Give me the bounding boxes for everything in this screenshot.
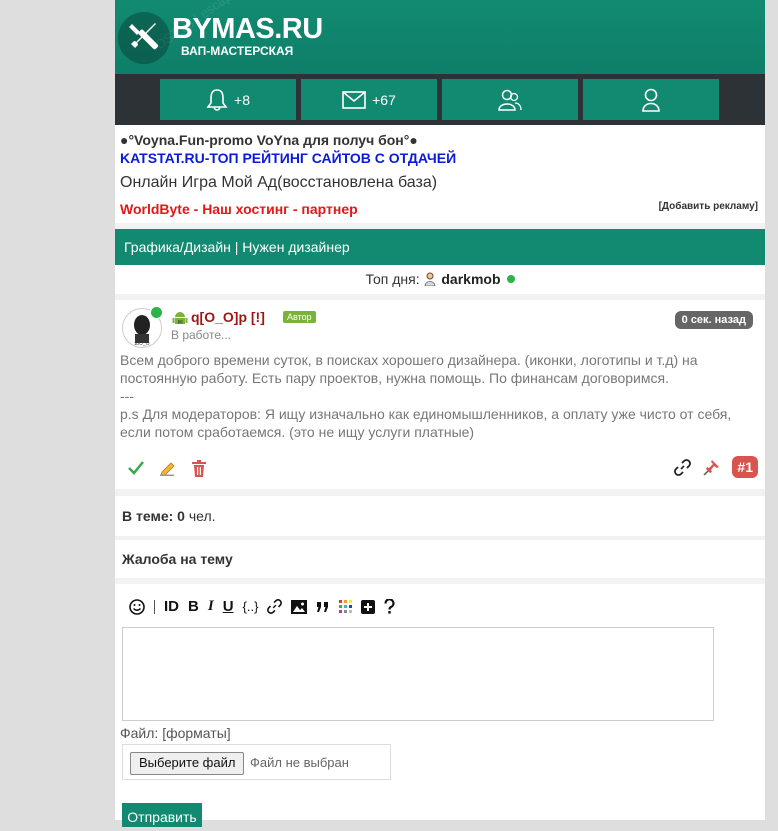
code-button[interactable]: {..} — [243, 599, 259, 614]
reply-editor: ID B I U {..} Файл: [форматы] Выберите ф… — [115, 584, 765, 827]
toolbar-separator — [154, 599, 155, 614]
file-input: Выберите файл Файл не выбран — [122, 744, 391, 780]
user-icon — [642, 88, 660, 112]
underline-button[interactable]: U — [223, 598, 234, 615]
ad-link-worldbyte[interactable]: WorldByte - Наш хостинг - партнер — [120, 201, 358, 217]
user-avatar-icon — [425, 272, 436, 287]
user-status: В работе... — [171, 328, 232, 342]
post-actions-left — [127, 460, 207, 477]
in-theme-count: 0 — [177, 508, 185, 524]
file-none-text: Файл не выбран — [250, 755, 349, 770]
forum-post: ɪɒO_O ✉ q[O_O]p [!] Автор В работе... 0 … — [115, 300, 765, 489]
check-icon[interactable] — [127, 460, 145, 476]
notifications-button[interactable]: +8 — [160, 79, 296, 120]
post-actions-right: #1 — [674, 456, 758, 478]
editor-toolbar: ID B I U {..} — [129, 598, 396, 615]
send-button[interactable]: Отправить — [122, 803, 202, 827]
smile-icon[interactable] — [129, 598, 145, 615]
svg-text:✉: ✉ — [177, 320, 182, 326]
page: OST as \ escapechars BYMAS.RU ВАП-МАСТЕР… — [115, 0, 765, 827]
italic-button[interactable]: I — [208, 598, 214, 615]
image-icon[interactable] — [291, 599, 308, 614]
link-icon[interactable] — [674, 458, 692, 476]
post-line: p.s Для модераторов: Я ищу изначально ка… — [120, 406, 732, 440]
id-tool-button[interactable]: ID — [164, 598, 179, 615]
site-header: OST as \ escapechars BYMAS.RU ВАП-МАСТЕР… — [115, 0, 765, 74]
post-time: 0 сек. назад — [674, 311, 753, 329]
breadcrumb-text[interactable]: Графика/Дизайн | Нужен дизайнер — [115, 239, 350, 255]
help-icon[interactable] — [384, 599, 396, 614]
notifications-count: +8 — [234, 91, 250, 108]
messages-count: +67 — [372, 91, 396, 108]
profile-button[interactable] — [583, 79, 719, 120]
logo-subtitle: ВАП-МАСТЕРСКАЯ — [181, 44, 294, 58]
messages-button[interactable]: +67 — [301, 79, 437, 120]
envelope-icon — [342, 90, 366, 109]
post-line: --- — [120, 388, 134, 404]
post-number-badge[interactable]: #1 — [732, 456, 758, 478]
post-body: Всем доброго времени суток, в поисках хо… — [120, 351, 750, 441]
file-label: Файл: [форматы] — [120, 725, 231, 741]
ad-link-game[interactable]: Онлайн Игра Мой Ад(восстановлена база) — [120, 174, 437, 192]
color-palette-icon[interactable] — [339, 600, 353, 613]
online-indicator — [150, 306, 163, 319]
add-ad-link[interactable]: [Добавить рекламу] — [659, 201, 758, 212]
top-nav: +8 +67 — [115, 74, 765, 125]
edit-icon[interactable] — [159, 460, 177, 476]
tools-logo-icon[interactable] — [118, 12, 170, 64]
logo-title[interactable]: BYMAS.RU — [172, 14, 323, 44]
breadcrumb[interactable]: Графика/Дизайн | Нужен дизайнер — [115, 229, 765, 265]
ad-link-voyna[interactable]: ●°Voyna.Fun-promo VoYna для получ бон°● — [120, 132, 418, 148]
plus-box-icon[interactable] — [361, 599, 376, 614]
ads-block: ●°Voyna.Fun-promo VoYna для получ бон°● … — [115, 125, 765, 223]
in-theme-suffix: чел. — [188, 508, 216, 524]
quote-icon[interactable] — [316, 601, 330, 613]
in-theme-label: В теме: — [122, 508, 174, 524]
post-line: Всем доброго времени суток, в поисках хо… — [120, 352, 698, 386]
top-of-day: Топ дня: darkmob — [115, 265, 765, 294]
pin-icon[interactable] — [703, 459, 720, 476]
complaint-link[interactable]: Жалоба на тему — [115, 540, 765, 578]
users-icon — [498, 89, 522, 111]
bold-button[interactable]: B — [188, 598, 199, 615]
bell-icon — [206, 88, 228, 111]
top-day-user[interactable]: darkmob — [441, 271, 500, 287]
message-textarea[interactable] — [122, 627, 714, 721]
online-dot — [506, 275, 515, 283]
choose-file-button[interactable]: Выберите файл — [130, 752, 245, 775]
top-day-label: Топ дня: — [365, 271, 420, 287]
post-username[interactable]: q[O_O]p [!] — [191, 309, 265, 325]
android-icon: ✉ — [172, 312, 188, 326]
link-icon[interactable] — [267, 599, 283, 614]
ad-link-katstat[interactable]: KATSTAT.RU-ТОП РЕЙТИНГ САЙТОВ С ОТДАЧЕЙ — [120, 150, 456, 166]
trash-icon[interactable] — [191, 460, 207, 477]
svg-text:ɪɒO_O: ɪɒO_O — [134, 341, 149, 347]
in-theme-info: В теме: 0 чел. — [115, 496, 765, 536]
friends-button[interactable] — [442, 79, 578, 120]
author-badge: Автор — [283, 311, 316, 323]
